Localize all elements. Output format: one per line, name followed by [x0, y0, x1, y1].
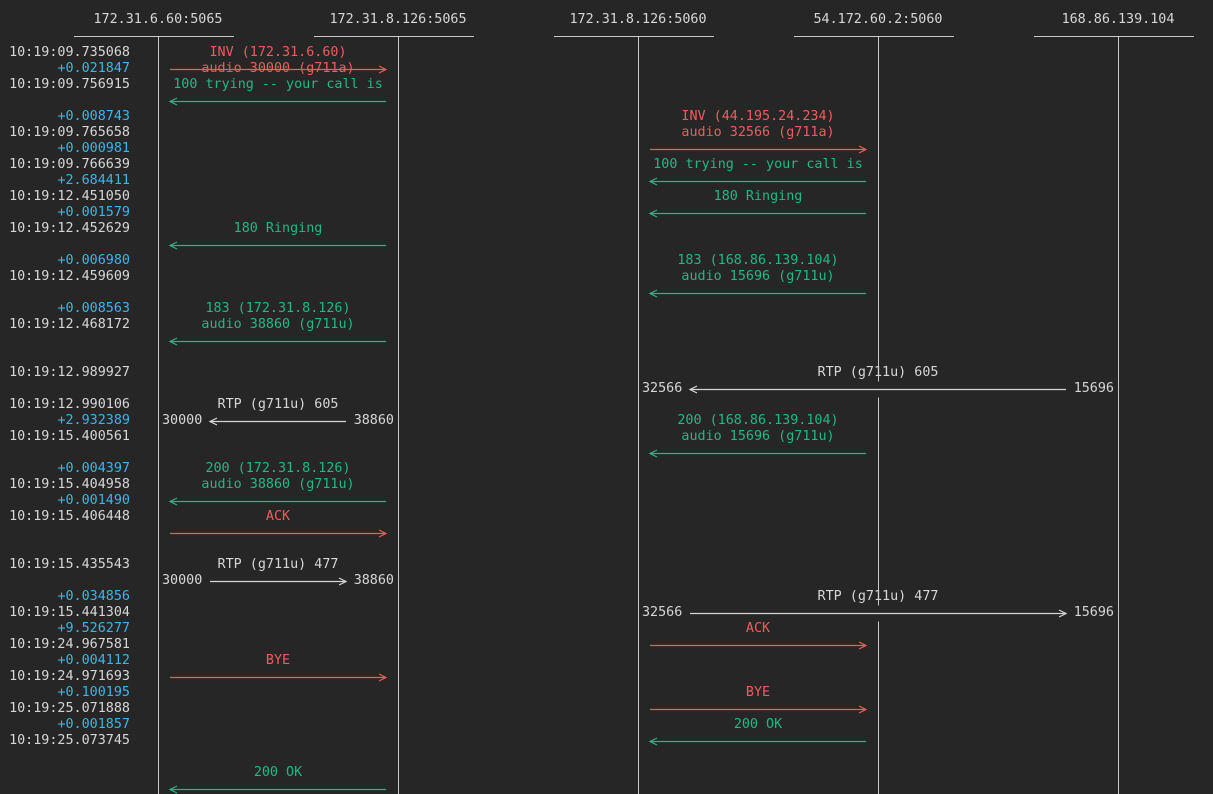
message-label: 100 trying -- your call is	[653, 157, 863, 172]
message-arrow	[648, 209, 866, 218]
message-arrow	[168, 497, 386, 506]
message-arrow	[650, 145, 868, 154]
message-label: 100 trying -- your call is	[173, 77, 383, 92]
message-arrow	[650, 641, 868, 650]
rtp-port-right: 15696	[1073, 605, 1114, 620]
message-label: 200 (172.31.8.126)	[205, 461, 351, 476]
rtp-label: RTP (g711u) 605	[217, 397, 339, 412]
message-label: 200 (168.86.139.104)	[677, 413, 839, 428]
message-label: INV (172.31.6.60)	[209, 45, 347, 60]
message-label: 180 Ringing	[713, 189, 803, 204]
message-arrow	[648, 177, 866, 186]
message-arrow	[168, 241, 386, 250]
rtp-port-right: 15696	[1073, 381, 1114, 396]
message-label: audio 15696 (g711u)	[681, 269, 835, 284]
message-arrow	[650, 705, 868, 714]
sip-ladder-diagram: 172.31.6.60:5065 172.31.8.126:5065 172.31.…	[0, 0, 1213, 794]
message-label: audio 38860 (g711u)	[201, 477, 355, 492]
message-label: ACK	[265, 509, 291, 524]
message-label: 183 (168.86.139.104)	[677, 253, 839, 268]
message-label: audio 32566 (g711a)	[681, 125, 835, 140]
message-arrow	[170, 673, 388, 682]
message-arrow	[648, 289, 866, 298]
message-label: audio 15696 (g711u)	[681, 429, 835, 444]
message-arrow	[168, 337, 386, 346]
message-label: 200 OK	[253, 765, 303, 780]
rtp-port-right: 38860	[353, 573, 394, 588]
message-label: BYE	[265, 653, 291, 668]
rtp-label: RTP (g711u) 477	[217, 557, 339, 572]
message-label: 183 (172.31.8.126)	[205, 301, 351, 316]
message-label: 180 Ringing	[233, 221, 323, 236]
message-label: 200 OK	[733, 717, 783, 732]
arrows-layer	[168, 65, 1072, 794]
message-arrow	[648, 737, 866, 746]
rtp-label: RTP (g711u) 605	[817, 365, 939, 380]
rtp-port-left: 32566	[642, 605, 683, 620]
message-arrow	[168, 785, 386, 794]
message-label: audio 30000 (g711a)	[201, 61, 355, 76]
message-arrow	[648, 449, 866, 458]
rtp-port-right: 38860	[353, 413, 394, 428]
message-arrow	[170, 529, 388, 538]
message-label: INV (44.195.24.234)	[681, 109, 835, 124]
rtp-port-left: 30000	[162, 413, 203, 428]
message-label: ACK	[745, 621, 771, 636]
rtp-port-left: 30000	[162, 573, 203, 588]
rtp-port-left: 32566	[642, 381, 683, 396]
message-label: BYE	[745, 685, 771, 700]
message-arrow	[168, 97, 386, 106]
rtp-label: RTP (g711u) 477	[817, 589, 939, 604]
message-label: audio 38860 (g711u)	[201, 317, 355, 332]
